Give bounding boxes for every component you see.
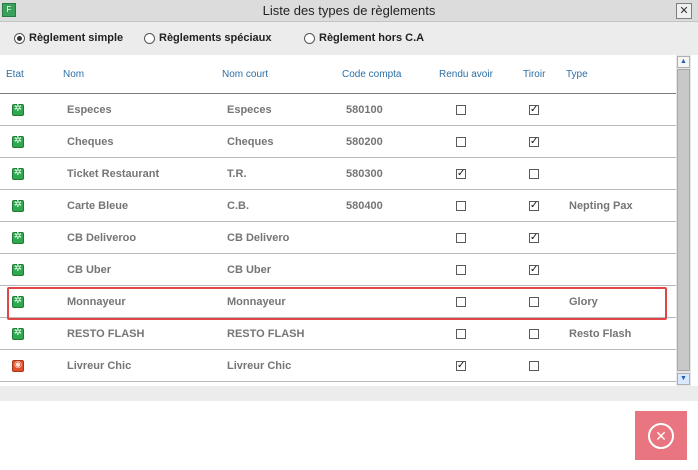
- cell-code-compta: 580100: [346, 104, 383, 116]
- radio-label: Règlement hors C.A: [319, 32, 425, 44]
- checkbox-tiroir[interactable]: ✓: [529, 137, 539, 147]
- active-status-icon: [12, 135, 24, 148]
- radio-indicator: [304, 32, 315, 44]
- cell-nom: Especes: [67, 104, 112, 116]
- table-row[interactable]: Cheques Cheques 580200 ✓: [0, 126, 676, 158]
- radio-indicator: [14, 32, 25, 44]
- cell-nom: CB Uber: [67, 264, 112, 276]
- close-circle-icon: ✕: [648, 423, 674, 449]
- vertical-scrollbar[interactable]: ▲ ▼: [676, 55, 691, 386]
- title-bar: F Liste des types de règlements ✕: [0, 0, 698, 22]
- checkbox-tiroir[interactable]: ✓: [529, 105, 539, 115]
- active-status-icon: [12, 231, 24, 244]
- table-row[interactable]: RESTO FLASH RESTO FLASH Resto Flash: [0, 318, 676, 350]
- cell-nom-court: T.R.: [227, 168, 247, 180]
- cell-nom: CB Deliveroo: [67, 232, 137, 244]
- radio-label: Règlements spéciaux: [159, 32, 272, 44]
- checkbox-rendu-avoir[interactable]: [456, 201, 466, 211]
- table-row[interactable]: CB Uber CB Uber ✓: [0, 254, 676, 286]
- active-status-icon: [12, 103, 24, 116]
- cell-code-compta: 580400: [346, 200, 383, 212]
- footer-bar: [0, 386, 698, 401]
- cell-code-compta: 580300: [346, 168, 383, 180]
- cell-code-compta: 580200: [346, 136, 383, 148]
- close-button[interactable]: ✕: [635, 411, 687, 460]
- table-row[interactable]: Livreur Chic Livreur Chic ✓: [0, 350, 676, 382]
- active-status-icon: [12, 263, 24, 276]
- checkbox-rendu-avoir[interactable]: ✓: [456, 169, 466, 179]
- radio-label: Règlement simple: [29, 32, 124, 44]
- column-header-tiroir[interactable]: Tiroir: [523, 69, 545, 80]
- arrow-up-icon[interactable]: ▲: [677, 56, 690, 68]
- checkbox-tiroir[interactable]: [529, 169, 539, 179]
- payment-category-selector: Règlement simple Règlements spéciaux Règ…: [0, 22, 698, 55]
- column-header-type[interactable]: Type: [566, 69, 588, 80]
- cell-nom-court: CB Delivero: [227, 232, 290, 244]
- table-row[interactable]: Especes Especes 580100 ✓: [0, 94, 676, 126]
- column-header-rendu-avoir[interactable]: Rendu avoir: [439, 69, 493, 80]
- radio-reglement-hors-ca[interactable]: Règlement hors C.A: [304, 32, 424, 44]
- cell-type: Nepting Pax: [569, 200, 633, 212]
- table-row[interactable]: CB Deliveroo CB Delivero ✓: [0, 222, 676, 254]
- checkbox-rendu-avoir[interactable]: ✓: [456, 361, 466, 371]
- checkbox-rendu-avoir[interactable]: [456, 233, 466, 243]
- checkbox-rendu-avoir[interactable]: [456, 265, 466, 275]
- checkbox-tiroir[interactable]: ✓: [529, 201, 539, 211]
- window-close-button[interactable]: ✕: [676, 3, 692, 19]
- column-header-etat[interactable]: Etat: [6, 69, 24, 80]
- radio-reglement-simple[interactable]: Règlement simple: [14, 32, 123, 44]
- cell-nom-court: C.B.: [227, 200, 249, 212]
- checkbox-tiroir[interactable]: [529, 361, 539, 371]
- column-header-code-compta[interactable]: Code compta: [342, 69, 401, 80]
- cell-nom-court: Cheques: [227, 136, 274, 148]
- cell-type: Resto Flash: [569, 328, 632, 340]
- checkbox-tiroir[interactable]: [529, 329, 539, 339]
- cell-nom: RESTO FLASH: [67, 328, 145, 340]
- cell-nom: Ticket Restaurant: [67, 168, 160, 180]
- arrow-down-icon[interactable]: ▼: [677, 373, 690, 385]
- radio-reglements-speciaux[interactable]: Règlements spéciaux: [144, 32, 272, 44]
- cell-nom-court: Especes: [227, 104, 272, 116]
- radio-indicator: [144, 32, 155, 44]
- window-title: Liste des types de règlements: [262, 3, 436, 18]
- cell-nom-court: Livreur Chic: [227, 360, 292, 372]
- checkbox-rendu-avoir[interactable]: [456, 329, 466, 339]
- cell-nom: Cheques: [67, 136, 114, 148]
- payment-types-table: Etat Nom Nom court Code compta Rendu avo…: [0, 55, 680, 386]
- active-status-icon: [12, 327, 24, 340]
- column-header-nom[interactable]: Nom: [63, 69, 84, 80]
- active-status-icon: [12, 199, 24, 212]
- checkbox-rendu-avoir[interactable]: [456, 105, 466, 115]
- table-row[interactable]: Ticket Restaurant T.R. 580300 ✓: [0, 158, 676, 190]
- checkbox-tiroir[interactable]: ✓: [529, 233, 539, 243]
- cell-nom-court: CB Uber: [227, 264, 272, 276]
- column-header-nom-court[interactable]: Nom court: [222, 69, 268, 80]
- table-row[interactable]: Carte Bleue C.B. 580400 Nepting Pax ✓: [0, 190, 676, 222]
- cell-nom-court: RESTO FLASH: [227, 328, 305, 340]
- checkbox-tiroir[interactable]: ✓: [529, 265, 539, 275]
- inactive-status-icon: [12, 359, 24, 372]
- scrollbar-thumb[interactable]: [677, 69, 690, 371]
- selected-row-highlight: [7, 287, 667, 320]
- active-status-icon: [12, 167, 24, 180]
- checkbox-rendu-avoir[interactable]: [456, 137, 466, 147]
- cell-nom: Livreur Chic: [67, 360, 132, 372]
- cell-nom: Carte Bleue: [67, 200, 129, 212]
